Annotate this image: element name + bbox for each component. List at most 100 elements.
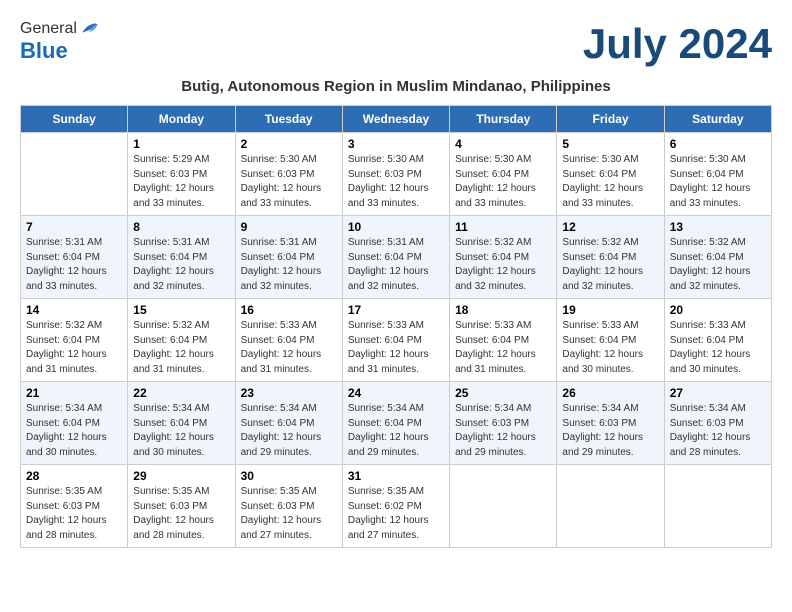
day-info: Sunrise: 5:30 AMSunset: 6:03 PMDaylight:…	[348, 153, 444, 211]
day-number: 16	[241, 303, 337, 317]
day-number: 5	[562, 137, 658, 151]
calendar-day-cell: 8 Sunrise: 5:31 AMSunset: 6:04 PMDaylight…	[128, 216, 235, 299]
day-number: 29	[133, 469, 229, 483]
calendar-table: SundayMondayTuesdayWednesdayThursdayFrid…	[20, 105, 772, 548]
calendar-day-cell: 28 Sunrise: 5:35 AMSunset: 6:03 PMDayligh…	[21, 465, 128, 548]
weekday-header-row: SundayMondayTuesdayWednesdayThursdayFrid…	[21, 106, 772, 133]
day-number: 9	[241, 220, 337, 234]
calendar-day-cell: 9Sunrise: 5:31 AMSunset: 6:04 PMDaylight…	[235, 216, 342, 299]
calendar-day-cell: 20Sunrise: 5:33 AMSunset: 6:04 PMDayligh…	[664, 299, 771, 382]
calendar-day-cell: 5 Sunrise: 5:30 AMSunset: 6:04 PMDaylight…	[557, 133, 664, 216]
day-info: Sunrise: 5:33 AMSunset: 6:04 PMDaylight:…	[562, 319, 658, 377]
day-number: 26	[562, 386, 658, 400]
day-number: 18	[455, 303, 551, 317]
calendar-day-cell: 21 Sunrise: 5:34 AMSunset: 6:04 PMDayligh…	[21, 382, 128, 465]
day-number: 21	[26, 386, 122, 400]
day-number: 12	[562, 220, 658, 234]
weekday-header-cell: Tuesday	[235, 106, 342, 133]
calendar-day-cell: 7 Sunrise: 5:31 AMSunset: 6:04 PMDaylight…	[21, 216, 128, 299]
weekday-header-cell: Sunday	[21, 106, 128, 133]
weekday-header-cell: Saturday	[664, 106, 771, 133]
month-title: July 2024	[583, 20, 772, 68]
day-info: Sunrise: 5:32 AMSunset: 6:04 PMDaylight:…	[133, 319, 229, 377]
day-info: Sunrise: 5:29 AMSunset: 6:03 PMDaylight:…	[133, 153, 229, 211]
page-header: General Blue July 2024	[20, 20, 772, 68]
day-info: Sunrise: 5:31 AMSunset: 6:04 PMDaylight:…	[26, 236, 122, 294]
calendar-week-row: 21 Sunrise: 5:34 AMSunset: 6:04 PMDayligh…	[21, 382, 772, 465]
calendar-day-cell: 4 Sunrise: 5:30 AMSunset: 6:04 PMDaylight…	[450, 133, 557, 216]
day-number: 20	[670, 303, 766, 317]
day-info: Sunrise: 5:34 AMSunset: 6:04 PMDaylight:…	[348, 402, 444, 460]
day-info: Sunrise: 5:32 AMSunset: 6:04 PMDaylight:…	[26, 319, 122, 377]
calendar-week-row: 1 Sunrise: 5:29 AMSunset: 6:03 PMDaylight…	[21, 133, 772, 216]
day-info: Sunrise: 5:33 AMSunset: 6:04 PMDaylight:…	[348, 319, 444, 377]
weekday-header-cell: Friday	[557, 106, 664, 133]
day-number: 30	[241, 469, 337, 483]
calendar-day-cell: 16 Sunrise: 5:33 AMSunset: 6:04 PMDayligh…	[235, 299, 342, 382]
calendar-day-cell: 24 Sunrise: 5:34 AMSunset: 6:04 PMDayligh…	[342, 382, 449, 465]
day-number: 14	[26, 303, 122, 317]
day-number: 4	[455, 137, 551, 151]
calendar-day-cell: 10 Sunrise: 5:31 AMSunset: 6:04 PMDayligh…	[342, 216, 449, 299]
calendar-day-cell: 29 Sunrise: 5:35 AMSunset: 6:03 PMDayligh…	[128, 465, 235, 548]
day-info: Sunrise: 5:34 AMSunset: 6:03 PMDaylight:…	[670, 402, 766, 460]
calendar-day-cell: 3 Sunrise: 5:30 AMSunset: 6:03 PMDaylight…	[342, 133, 449, 216]
day-info: Sunrise: 5:30 AMSunset: 6:04 PMDaylight:…	[670, 153, 766, 211]
day-info: Sunrise: 5:31 AMSunset: 6:04 PMDaylight:…	[133, 236, 229, 294]
day-number: 31	[348, 469, 444, 483]
day-info: Sunrise: 5:34 AMSunset: 6:04 PMDaylight:…	[26, 402, 122, 460]
day-number: 8	[133, 220, 229, 234]
logo-bird-icon	[79, 20, 99, 38]
day-info: Sunrise: 5:32 AMSunset: 6:04 PMDaylight:…	[455, 236, 551, 294]
calendar-day-cell: 12 Sunrise: 5:32 AMSunset: 6:04 PMDayligh…	[557, 216, 664, 299]
weekday-header-cell: Thursday	[450, 106, 557, 133]
day-number: 17	[348, 303, 444, 317]
calendar-day-cell	[664, 465, 771, 548]
calendar-day-cell: 13 Sunrise: 5:32 AMSunset: 6:04 PMDayligh…	[664, 216, 771, 299]
calendar-week-row: 7 Sunrise: 5:31 AMSunset: 6:04 PMDaylight…	[21, 216, 772, 299]
logo: General Blue	[20, 20, 99, 64]
day-number: 3	[348, 137, 444, 151]
day-number: 22	[133, 386, 229, 400]
day-number: 13	[670, 220, 766, 234]
day-number: 25	[455, 386, 551, 400]
day-info: Sunrise: 5:35 AMSunset: 6:03 PMDaylight:…	[133, 485, 229, 543]
calendar-day-cell: 31 Sunrise: 5:35 AMSunset: 6:02 PMDayligh…	[342, 465, 449, 548]
calendar-day-cell	[557, 465, 664, 548]
day-info: Sunrise: 5:32 AMSunset: 6:04 PMDaylight:…	[562, 236, 658, 294]
day-info: Sunrise: 5:30 AMSunset: 6:03 PMDaylight:…	[241, 153, 337, 211]
day-number: 19	[562, 303, 658, 317]
calendar-day-cell: 26Sunrise: 5:34 AMSunset: 6:03 PMDayligh…	[557, 382, 664, 465]
day-number: 23	[241, 386, 337, 400]
day-info: Sunrise: 5:34 AMSunset: 6:04 PMDaylight:…	[241, 402, 337, 460]
calendar-day-cell	[21, 133, 128, 216]
day-number: 11	[455, 220, 551, 234]
calendar-day-cell: 17 Sunrise: 5:33 AMSunset: 6:04 PMDayligh…	[342, 299, 449, 382]
calendar-day-cell: 2 Sunrise: 5:30 AMSunset: 6:03 PMDaylight…	[235, 133, 342, 216]
day-info: Sunrise: 5:32 AMSunset: 6:04 PMDaylight:…	[670, 236, 766, 294]
day-info: Sunrise: 5:34 AMSunset: 6:03 PMDaylight:…	[455, 402, 551, 460]
day-info: Sunrise: 5:30 AMSunset: 6:04 PMDaylight:…	[455, 153, 551, 211]
day-info: Sunrise: 5:35 AMSunset: 6:03 PMDaylight:…	[26, 485, 122, 543]
day-info: Sunrise: 5:30 AMSunset: 6:04 PMDaylight:…	[562, 153, 658, 211]
day-number: 10	[348, 220, 444, 234]
calendar-day-cell	[450, 465, 557, 548]
day-info: Sunrise: 5:35 AMSunset: 6:02 PMDaylight:…	[348, 485, 444, 543]
calendar-day-cell: 23 Sunrise: 5:34 AMSunset: 6:04 PMDayligh…	[235, 382, 342, 465]
day-number: 1	[133, 137, 229, 151]
day-number: 24	[348, 386, 444, 400]
calendar-day-cell: 27Sunrise: 5:34 AMSunset: 6:03 PMDayligh…	[664, 382, 771, 465]
day-number: 2	[241, 137, 337, 151]
day-info: Sunrise: 5:33 AMSunset: 6:04 PMDaylight:…	[241, 319, 337, 377]
day-info: Sunrise: 5:31 AMSunset: 6:04 PMDaylight:…	[348, 236, 444, 294]
day-number: 7	[26, 220, 122, 234]
calendar-week-row: 28 Sunrise: 5:35 AMSunset: 6:03 PMDayligh…	[21, 465, 772, 548]
calendar-day-cell: 18Sunrise: 5:33 AMSunset: 6:04 PMDayligh…	[450, 299, 557, 382]
page-subtitle: Butig, Autonomous Region in Muslim Minda…	[20, 78, 772, 95]
calendar-day-cell: 6Sunrise: 5:30 AMSunset: 6:04 PMDaylight…	[664, 133, 771, 216]
day-info: Sunrise: 5:35 AMSunset: 6:03 PMDaylight:…	[241, 485, 337, 543]
logo-blue-text: Blue	[20, 38, 68, 64]
day-number: 28	[26, 469, 122, 483]
calendar-day-cell: 1 Sunrise: 5:29 AMSunset: 6:03 PMDaylight…	[128, 133, 235, 216]
calendar-day-cell: 22Sunrise: 5:34 AMSunset: 6:04 PMDayligh…	[128, 382, 235, 465]
